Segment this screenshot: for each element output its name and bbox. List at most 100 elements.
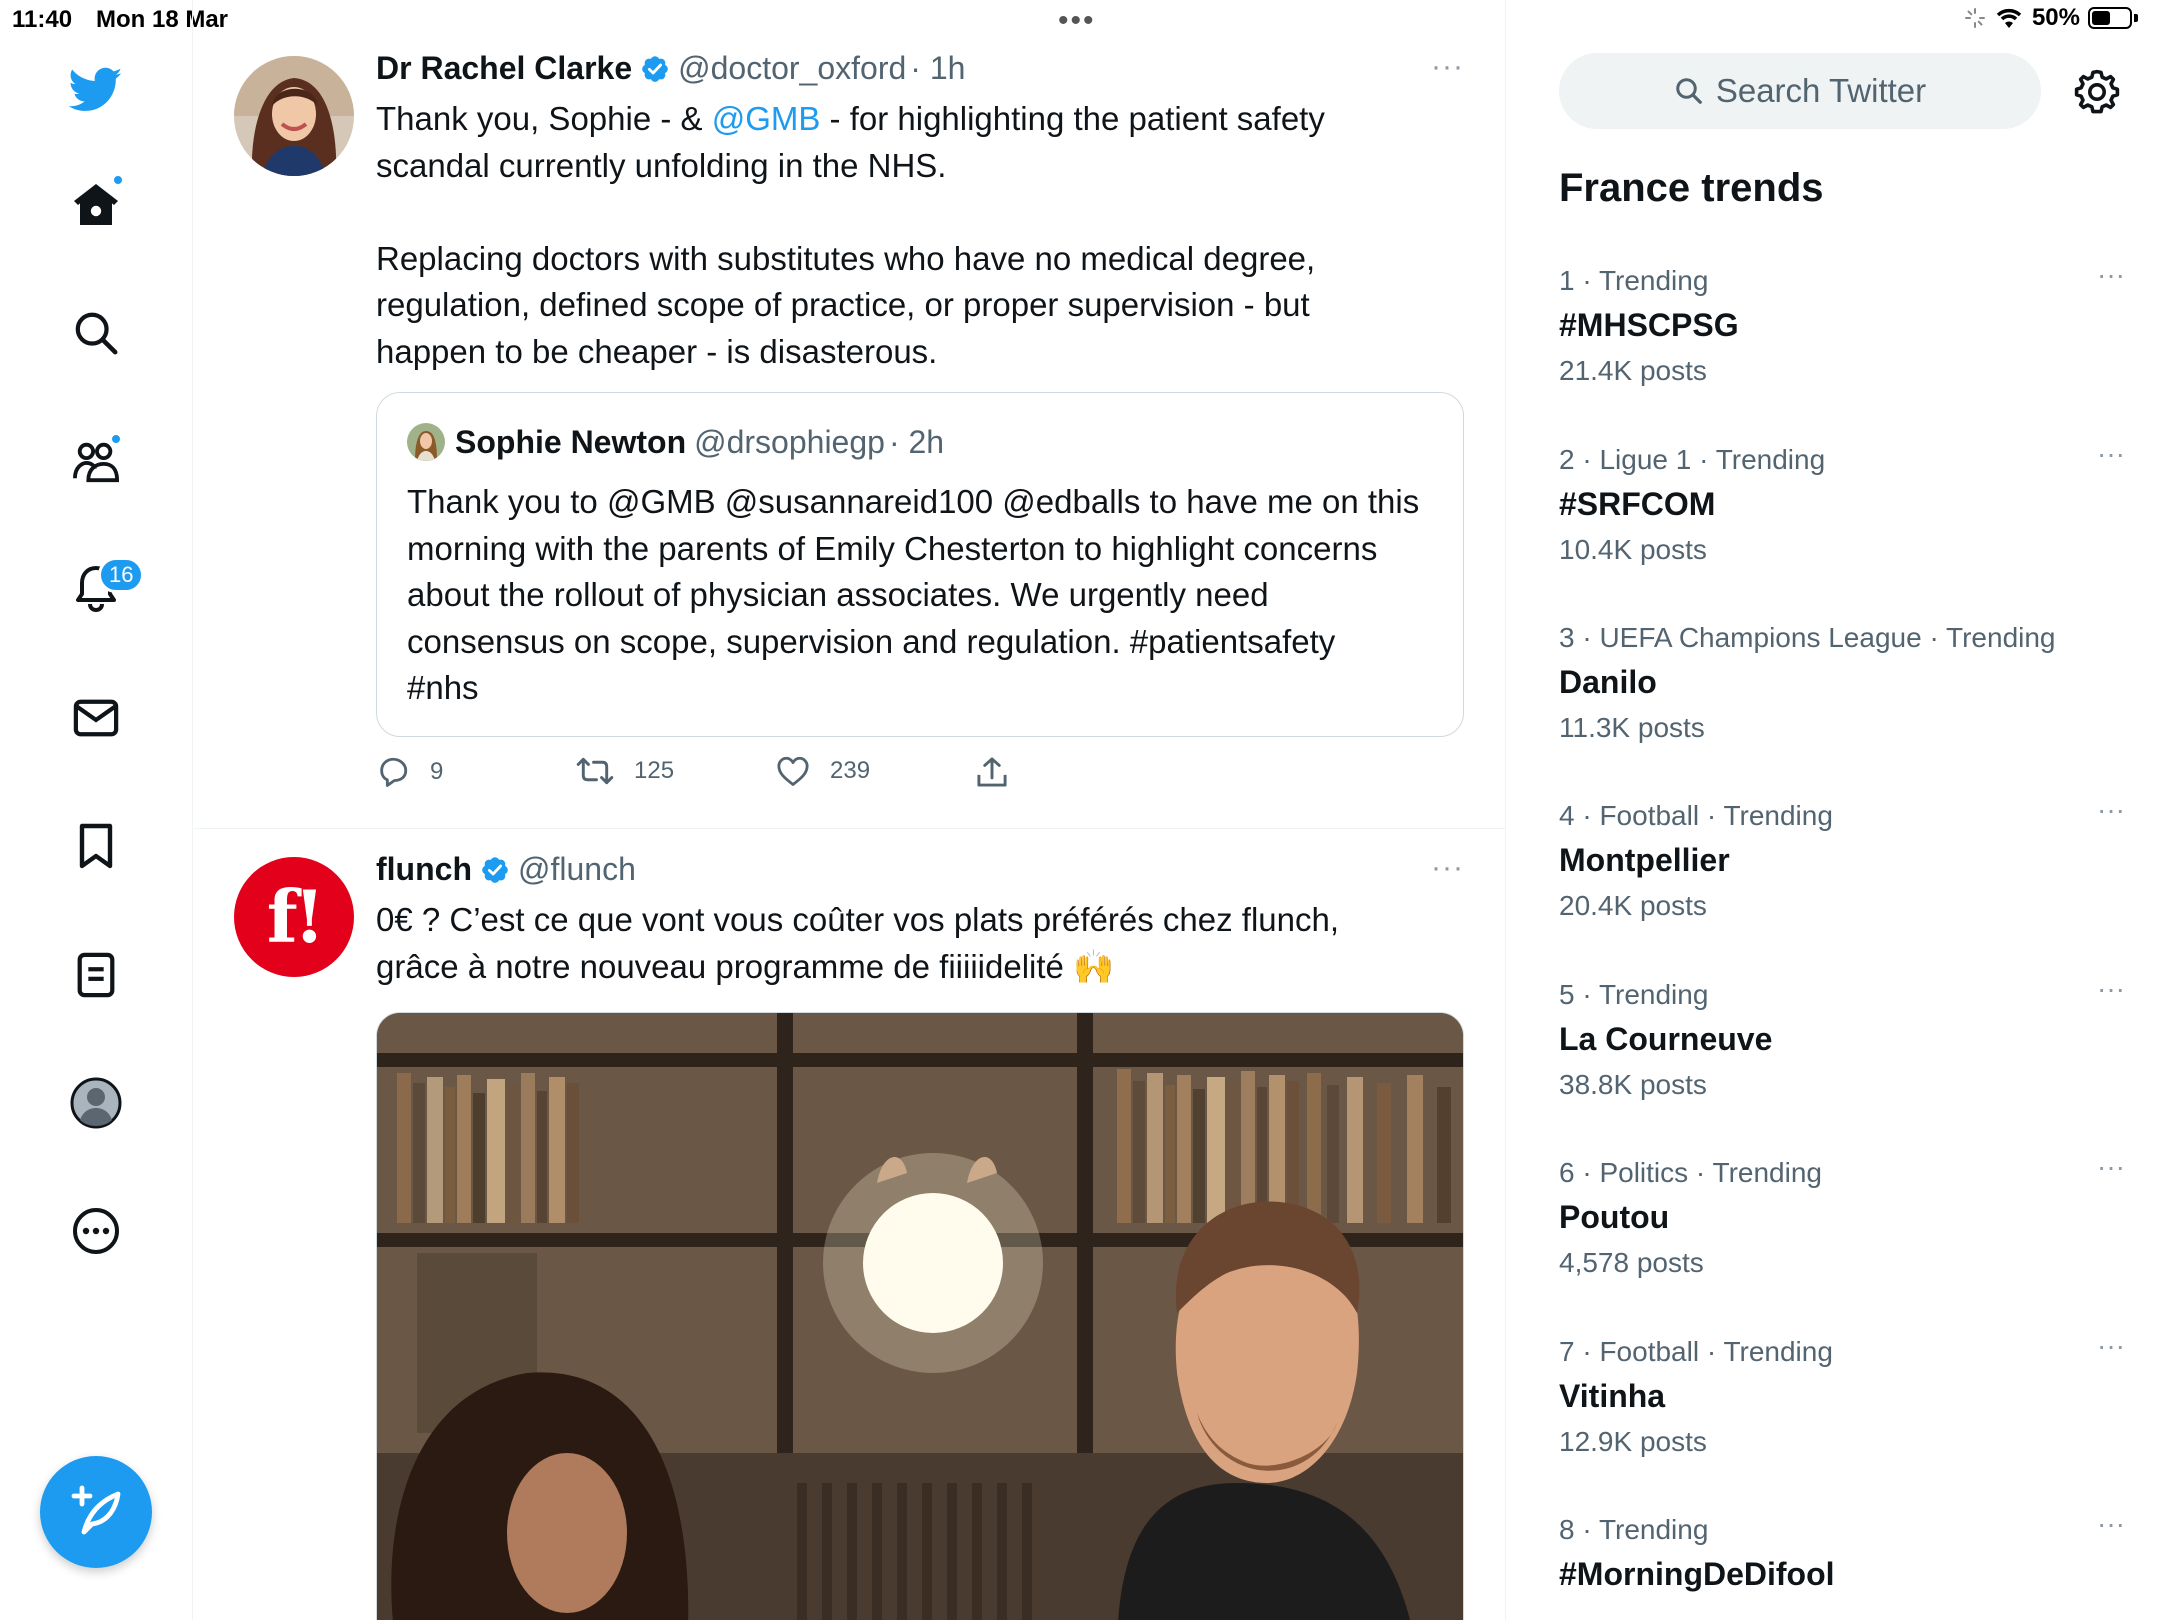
trend-item[interactable]: 7 · Football · Trending Vitinha 12.9K po… [1559,1330,2125,1506]
reply-icon [380,757,408,787]
retweet-button[interactable]: 125 [576,756,674,786]
trend-more-icon[interactable]: ··· [2097,438,2125,470]
trend-name: #SRFCOM [1559,486,1716,522]
trend-meta: 3 · UEFA Champions League · Trending [1559,622,2056,653]
tweet-more-icon[interactable]: ··· [1431,50,1464,84]
trend-name: #MHSCPSG [1559,307,1739,343]
flunch-logo[interactable]: f! [234,857,354,977]
mention-link[interactable]: @GMB [712,100,821,137]
quote-avatar [407,423,445,461]
timeline: Dr Rachel Clarke @doctor_oxford · 1h ···… [194,0,1506,1620]
trend-name: Vitinha [1559,1378,1666,1414]
reply-count: 9 [430,758,444,785]
trend-meta: 6 · Politics · Trending [1559,1157,1822,1188]
communities-new-dot [110,433,122,445]
search-icon [1676,78,1702,104]
home-icon[interactable] [66,174,126,234]
search-input[interactable]: Search Twitter [1559,53,2041,129]
tweet-video-media[interactable] [376,1012,1464,1620]
trend-name: Danilo [1559,664,1657,700]
trend-count: 11.3K posts [1559,712,1705,743]
tweet-text: 0€ ? C’est ce que vont vous coûter vos p… [376,901,1340,985]
trend-meta: 2 · Ligue 1 · Trending [1559,444,1826,475]
trend-name: La Courneuve [1559,1021,1773,1057]
verified-badge-icon [642,55,668,82]
compose-icon [71,1485,121,1535]
trend-more-icon[interactable]: ··· [2097,794,2125,826]
trend-count: 10.4K posts [1559,534,1707,565]
tweet-text-rest: - for highlighting the patient safety sc… [376,100,1325,370]
trend-item[interactable]: 6 · Politics · Trending Poutou 4,578 pos… [1559,1151,2125,1327]
trend-item[interactable]: 4 · Football · Trending Montpellier 20.4… [1559,794,2125,970]
retweet-count: 125 [634,757,675,784]
quote-author-handle: @drsophiegp [694,423,885,460]
trend-item[interactable]: 2 · Ligue 1 · Trending #SRFCOM 10.4K pos… [1559,438,2125,614]
trend-item[interactable]: 1 · Trending #MHSCPSG 21.4K posts ··· [1559,259,2125,435]
retweet-icon [576,757,614,785]
trend-name: #MorningDeDifool [1559,1556,1835,1592]
right-sidebar: Search Twitter France trends 1 · Trendin… [1507,0,2160,1620]
twitter-logo-icon[interactable] [66,60,126,120]
trend-more-icon[interactable]: ··· [2097,973,2125,1005]
trend-meta: 8 · Trending [1559,1514,1709,1545]
trend-more-icon[interactable]: ··· [2097,259,2125,291]
trend-count: 38.8K posts [1559,1069,1707,1100]
trend-item[interactable]: 5 · Trending La Courneuve 38.8K posts ··… [1559,973,2125,1149]
home-new-dot [112,174,124,186]
trend-count: 12.9K posts [1559,1426,1707,1457]
verified-badge-icon [482,856,508,883]
trend-name: Montpellier [1559,842,1730,878]
search-icon[interactable] [66,303,126,363]
quoted-tweet[interactable]: Sophie Newton @drsophiegp · 2h Thank you… [376,392,1464,737]
trend-item[interactable]: 8 · Trending #MorningDeDifool ··· [1559,1508,2125,1620]
quote-author-name: Sophie Newton [455,423,687,460]
like-button[interactable]: 239 [776,756,870,786]
tweet-time[interactable]: · 1h [910,50,965,87]
trend-meta: 1 · Trending [1559,265,1709,296]
trend-count: 20.4K posts [1559,890,1707,921]
trend-count: 4,578 posts [1559,1247,1704,1278]
share-button[interactable] [976,756,1008,788]
trend-meta: 5 · Trending [1559,979,1709,1010]
trend-item[interactable]: 3 · UEFA Champions League · Trending Dan… [1559,622,2119,792]
tweet-header: Dr Rachel Clarke @doctor_oxford · 1h [376,50,965,87]
trend-more-icon[interactable]: ··· [2097,1330,2125,1362]
trends-title: France trends [1559,166,1824,210]
left-navigation: 16 [0,0,193,1620]
tweet-header: flunch @flunch [376,851,636,888]
compose-button[interactable] [40,1456,152,1568]
tweet-more-icon[interactable]: ··· [1431,851,1464,885]
tweet-actions: 9 125 239 [376,756,1076,796]
trend-meta: 7 · Football · Trending [1559,1336,1833,1367]
trend-meta: 4 · Football · Trending [1559,800,1833,831]
author-handle[interactable]: @flunch [518,851,636,888]
messages-icon[interactable] [66,688,126,748]
lists-icon[interactable] [66,945,126,1005]
flunch-logo-text: f! [266,874,326,959]
trend-more-icon[interactable]: ··· [2097,1508,2125,1540]
settings-gear-icon[interactable] [2073,68,2121,116]
tweet-text-start: Thank you, Sophie - & [376,100,712,137]
communities-icon[interactable] [66,431,126,491]
tweet-rachel-clarke[interactable]: Dr Rachel Clarke @doctor_oxford · 1h ···… [194,0,1505,828]
profile-icon[interactable] [66,1073,126,1133]
trend-count: 21.4K posts [1559,355,1707,386]
quote-time: · 2h [888,423,945,460]
quote-text: Thank you to @GMB @susannareid100 @edbal… [407,483,1420,706]
notifications-badge: 16 [98,557,145,593]
tweet-text: Thank you, Sophie - & @GMB - for highlig… [376,96,1376,375]
bookmarks-icon[interactable] [66,816,126,876]
author-name[interactable]: Dr Rachel Clarke [376,50,632,87]
heart-icon [777,756,809,786]
reply-button[interactable]: 9 [376,756,443,788]
trend-more-icon[interactable]: ··· [2097,1151,2125,1183]
like-count: 239 [830,757,871,784]
quote-header: Sophie Newton @drsophiegp · 2h [407,423,944,461]
author-name[interactable]: flunch [376,851,472,888]
avatar[interactable] [234,56,354,176]
search-placeholder: Search Twitter [1715,72,1927,109]
trend-name: Poutou [1559,1199,1670,1235]
more-icon[interactable] [66,1201,126,1261]
share-icon [977,757,1007,787]
author-handle[interactable]: @doctor_oxford [678,50,906,87]
